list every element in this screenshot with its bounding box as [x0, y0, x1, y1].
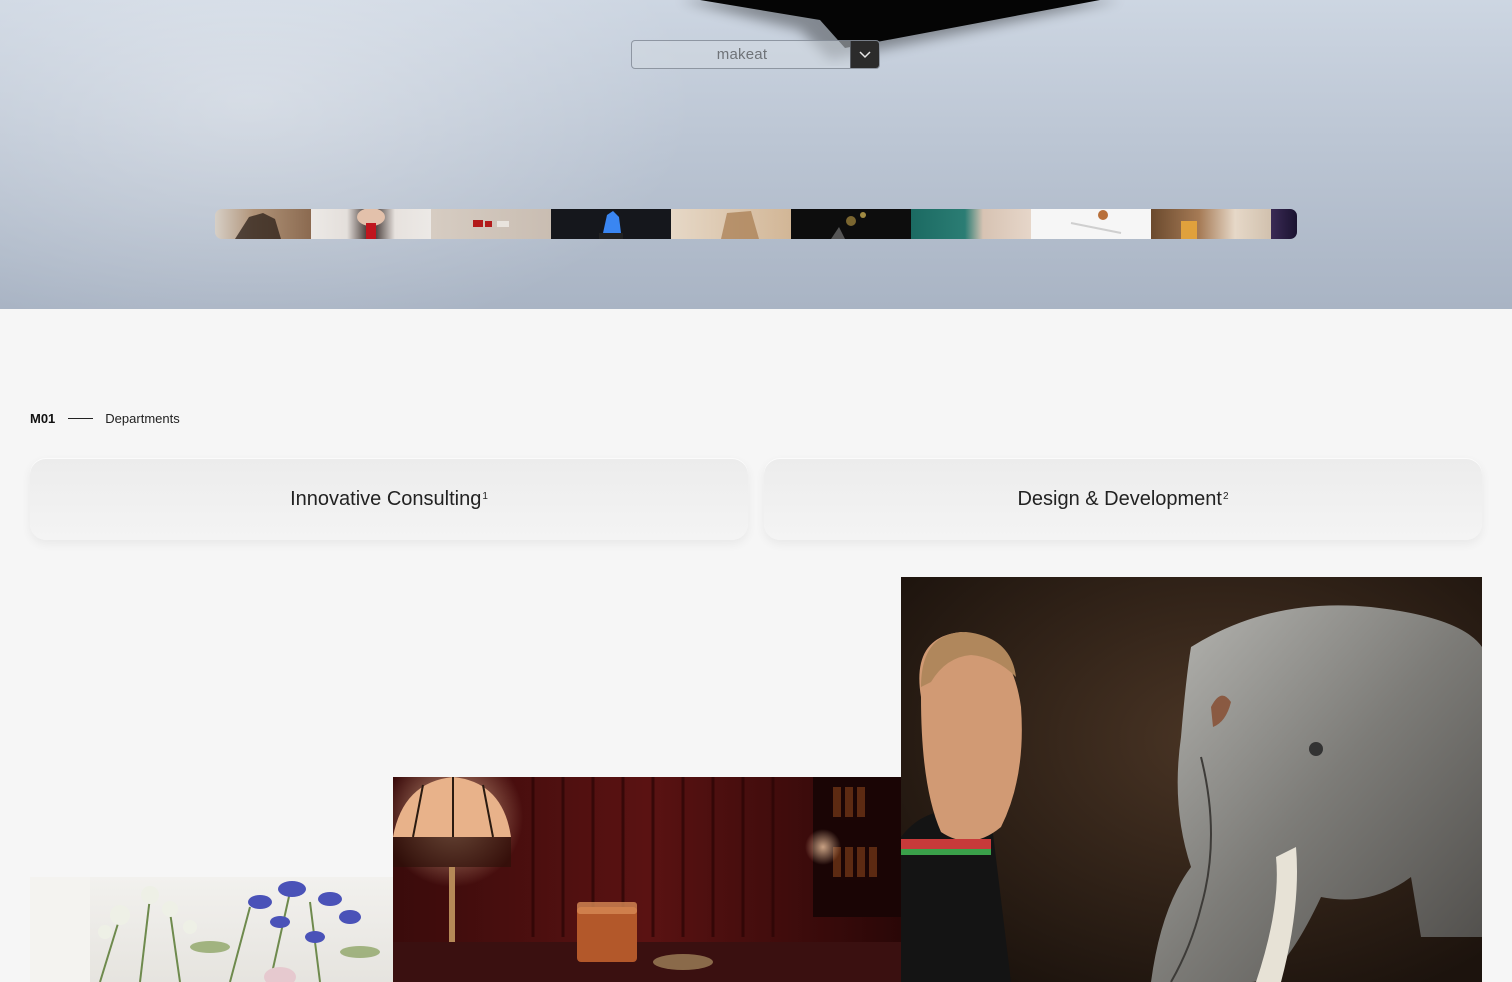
department-title: Design & Development — [1017, 487, 1222, 510]
brand-selector[interactable]: makeat — [631, 40, 880, 69]
chevron-down-icon — [859, 50, 871, 58]
thumbnail-purple[interactable] — [1271, 209, 1297, 239]
thumbnail-blue-glow[interactable] — [551, 209, 671, 239]
section-number: M01 — [30, 410, 56, 426]
thumbnail-fan[interactable] — [215, 209, 311, 239]
flowers-photo[interactable] — [30, 877, 393, 982]
department-index: 2 — [1223, 490, 1229, 502]
department-title: Innovative Consulting — [290, 487, 482, 510]
brand-name: makeat — [716, 46, 768, 63]
thumbnail-gold[interactable] — [791, 209, 911, 239]
thumbnail-woman[interactable] — [311, 209, 431, 239]
thumbnail-red-objects[interactable] — [431, 209, 551, 239]
thumbnail-strip[interactable] — [215, 209, 1297, 239]
section-title: Departments — [105, 410, 180, 426]
thumbnail-honey[interactable] — [1151, 209, 1271, 239]
thumbnail-wood[interactable] — [671, 209, 791, 239]
thumbnail-teal[interactable] — [911, 209, 1031, 239]
department-card-design[interactable]: Design & Development 2 — [764, 458, 1482, 540]
cocktail-bar-photo[interactable] — [393, 777, 901, 982]
department-index: 1 — [482, 490, 488, 502]
thumbnail-plate[interactable] — [1031, 209, 1151, 239]
chevron-down-button[interactable] — [850, 41, 879, 68]
hero-banner: makeat — [0, 0, 1512, 309]
section-divider — [68, 417, 94, 419]
section-label: M01 Departments — [30, 409, 180, 427]
chef-elephant-photo[interactable] — [901, 577, 1482, 982]
department-card-consulting[interactable]: Innovative Consulting 1 — [30, 458, 748, 540]
